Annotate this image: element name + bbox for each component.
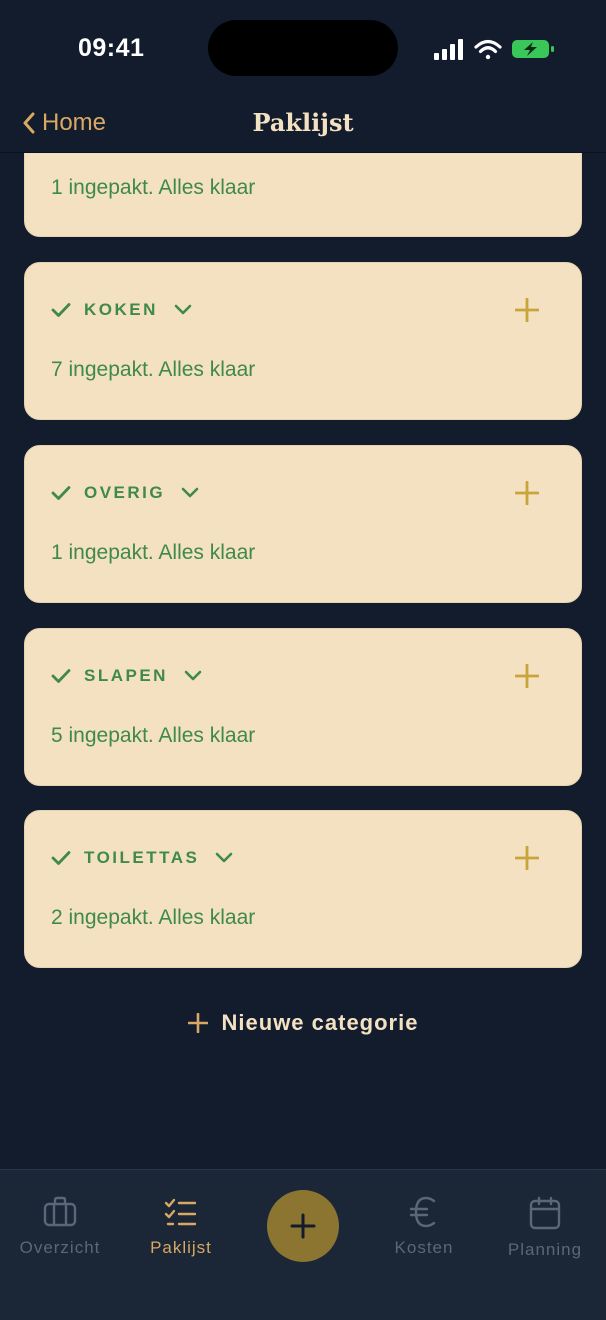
checkmark-icon	[51, 851, 71, 865]
tab-planning[interactable]: Planning	[485, 1196, 605, 1260]
checkmark-icon	[51, 669, 71, 683]
category-summary: 5 ingepakt. Alles klaar	[51, 724, 256, 747]
nav-header: Home Paklijst	[0, 96, 606, 153]
tab-bar: Overzicht Paklijst Kosten Planning	[0, 1169, 606, 1320]
new-category-label: Nieuwe categorie	[221, 1010, 419, 1035]
category-summary: 1 ingepakt. Alles klaar	[51, 176, 256, 199]
calendar-icon	[529, 1196, 561, 1230]
signal-icon	[434, 39, 463, 60]
category-header[interactable]: TOILETTAS	[51, 845, 233, 871]
plus-icon	[290, 1213, 316, 1239]
chevron-down-icon[interactable]	[174, 304, 192, 316]
new-category-button[interactable]: Nieuwe categorie	[0, 1010, 606, 1036]
category-summary: 7 ingepakt. Alles klaar	[51, 358, 256, 381]
category-list[interactable]: 1 ingepakt. Alles klaar KOKEN 7 ingepakt…	[0, 153, 606, 1169]
category-name: KOKEN	[84, 300, 158, 319]
chevron-down-icon[interactable]	[181, 487, 199, 499]
add-item-icon[interactable]	[515, 298, 539, 322]
status-icons	[434, 39, 554, 60]
plus-icon	[187, 1013, 208, 1033]
tab-label: Kosten	[394, 1238, 454, 1257]
chevron-down-icon[interactable]	[184, 670, 202, 682]
dynamic-island	[208, 20, 398, 76]
add-item-icon[interactable]	[515, 664, 539, 688]
tab-kosten[interactable]: Kosten	[364, 1196, 484, 1258]
category-header[interactable]: OVERIG	[51, 480, 199, 506]
category-card[interactable]: 1 ingepakt. Alles klaar	[24, 153, 582, 237]
category-summary: 1 ingepakt. Alles klaar	[51, 541, 256, 564]
tab-label: Paklijst	[150, 1238, 212, 1257]
add-item-icon[interactable]	[515, 846, 539, 870]
checkmark-icon	[51, 303, 71, 317]
category-card-slapen[interactable]: SLAPEN 5 ingepakt. Alles klaar	[24, 628, 582, 786]
category-card-toilettas[interactable]: TOILETTAS 2 ingepakt. Alles klaar	[24, 810, 582, 968]
category-header[interactable]: SLAPEN	[51, 663, 202, 689]
tab-label: Planning	[507, 1240, 583, 1259]
euro-icon	[409, 1196, 436, 1228]
status-bar: 09:41	[0, 0, 606, 96]
tab-label: Overzicht	[19, 1238, 101, 1257]
page-title: Paklijst	[252, 108, 354, 137]
status-time: 09:41	[78, 34, 145, 62]
category-card-koken[interactable]: KOKEN 7 ingepakt. Alles klaar	[24, 262, 582, 420]
app-screen: 09:41 Home Paklijst 1 ingepakt. Alles kl…	[0, 0, 606, 1320]
wifi-icon	[474, 39, 502, 60]
checkmark-icon	[51, 486, 71, 500]
category-header[interactable]: KOKEN	[51, 297, 192, 323]
battery-icon	[512, 40, 554, 58]
category-name: SLAPEN	[84, 666, 168, 685]
chevron-down-icon[interactable]	[215, 852, 233, 864]
checklist-icon	[164, 1198, 197, 1226]
category-summary: 2 ingepakt. Alles klaar	[51, 906, 256, 929]
add-item-icon[interactable]	[515, 481, 539, 505]
category-name: TOILETTAS	[84, 848, 200, 867]
add-fab-button[interactable]	[267, 1190, 339, 1262]
briefcase-icon	[43, 1196, 77, 1227]
category-card-overig[interactable]: OVERIG 1 ingepakt. Alles klaar	[24, 445, 582, 603]
category-name: OVERIG	[84, 483, 166, 502]
tab-paklijst[interactable]: Paklijst	[121, 1196, 241, 1258]
tab-overzicht[interactable]: Overzicht	[0, 1196, 120, 1258]
